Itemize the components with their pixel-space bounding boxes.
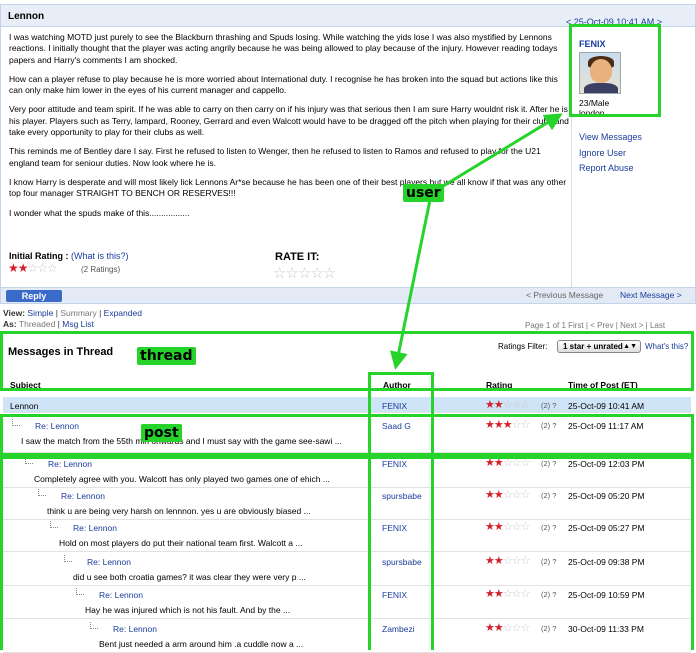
arrow-to-user xyxy=(439,113,563,190)
annotation-arrows xyxy=(389,113,563,370)
arrow-to-author xyxy=(389,199,432,370)
